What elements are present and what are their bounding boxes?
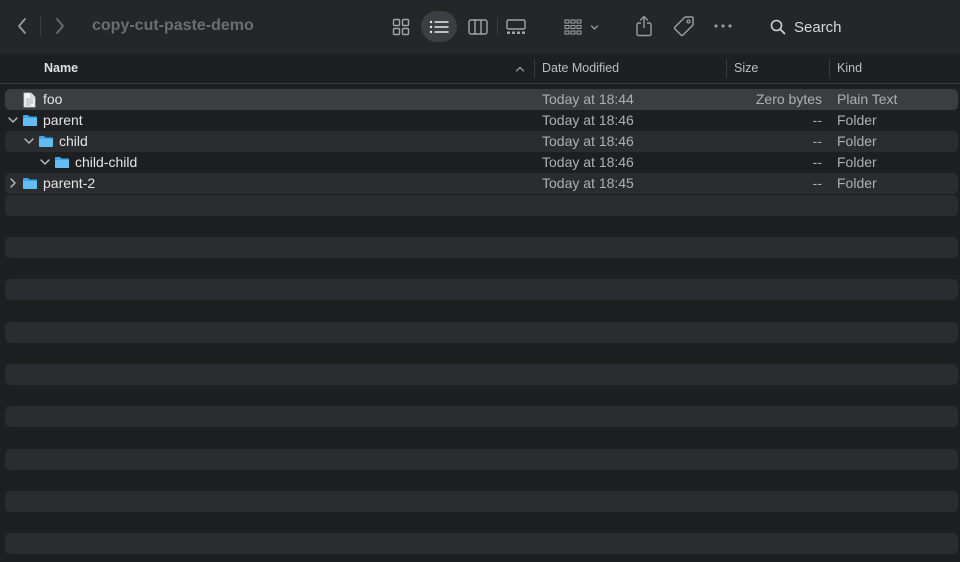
folder-icon <box>55 157 69 168</box>
finder-window: copy-cut-paste-demo Search Name Date Mod… <box>0 0 960 562</box>
file-size: Zero bytes <box>755 91 822 107</box>
search-field[interactable]: Search <box>770 15 842 39</box>
group-by-button[interactable] <box>562 14 600 40</box>
column-view-button[interactable] <box>460 11 496 42</box>
file-name: child-child <box>75 154 138 170</box>
window-title: copy-cut-paste-demo <box>92 17 254 34</box>
empty-row <box>5 237 958 258</box>
empty-row <box>5 279 958 300</box>
file-kind: Folder <box>837 175 877 191</box>
chevron-right-icon[interactable] <box>7 177 19 189</box>
file-row-foo[interactable]: foo Today at 18:44 Zero bytes Plain Text <box>5 89 958 110</box>
file-date-modified: Today at 18:44 <box>542 91 634 107</box>
chevron-down-icon <box>590 24 598 30</box>
file-name: child <box>59 133 88 149</box>
file-kind: Plain Text <box>837 91 898 107</box>
empty-row <box>5 322 958 343</box>
file-size: -- <box>812 154 822 170</box>
file-kind: Folder <box>837 112 877 128</box>
nav-divider <box>40 16 41 36</box>
empty-row <box>5 195 958 216</box>
column-header-size[interactable]: Size <box>734 61 758 75</box>
tag-button[interactable] <box>671 13 697 39</box>
tag-icon <box>673 16 694 37</box>
file-size: -- <box>812 175 822 191</box>
empty-row <box>5 406 958 427</box>
gallery-view-button[interactable] <box>498 11 534 42</box>
file-row-parent[interactable]: parent Today at 18:46 -- Folder <box>5 110 958 131</box>
chevron-down-icon[interactable] <box>7 114 19 126</box>
ellipsis-icon <box>714 24 732 28</box>
file-size: -- <box>812 133 822 149</box>
gallery-icon <box>506 18 526 34</box>
back-button[interactable] <box>8 12 36 40</box>
file-row-child-child[interactable]: child-child Today at 18:46 -- Folder <box>5 152 958 173</box>
file-size: -- <box>812 112 822 128</box>
file-row-child[interactable]: child Today at 18:46 -- Folder <box>5 131 958 152</box>
folder-icon <box>39 136 53 147</box>
empty-row <box>5 364 958 385</box>
chevron-down-icon[interactable] <box>23 135 35 147</box>
group-grid-icon <box>563 19 582 35</box>
file-date-modified: Today at 18:46 <box>542 112 634 128</box>
sort-ascending-icon[interactable] <box>514 63 526 75</box>
file-date-modified: Today at 18:46 <box>542 154 634 170</box>
column-divider[interactable] <box>829 59 830 78</box>
folder-icon <box>23 178 37 189</box>
more-actions-button[interactable] <box>709 13 737 39</box>
column-header-name[interactable]: Name <box>44 61 78 75</box>
file-row-parent-2[interactable]: parent-2 Today at 18:45 -- Folder <box>5 173 958 194</box>
column-divider[interactable] <box>726 59 727 78</box>
chevron-down-icon[interactable] <box>39 156 51 168</box>
file-date-modified: Today at 18:45 <box>542 175 634 191</box>
file-kind: Folder <box>837 154 877 170</box>
document-icon <box>23 92 36 108</box>
empty-row <box>5 449 958 470</box>
empty-row <box>5 491 958 512</box>
share-icon <box>636 15 652 37</box>
share-button[interactable] <box>632 12 656 40</box>
grid-icon <box>392 18 410 35</box>
forward-button[interactable] <box>46 12 74 40</box>
file-kind: Folder <box>837 133 877 149</box>
list-icon <box>429 20 449 33</box>
file-name: foo <box>43 91 63 107</box>
chevron-left-icon <box>18 18 26 34</box>
file-date-modified: Today at 18:46 <box>542 133 634 149</box>
column-header-kind[interactable]: Kind <box>837 61 862 75</box>
file-name: parent-2 <box>43 175 96 191</box>
columns-icon <box>468 18 488 35</box>
search-label: Search <box>794 18 842 36</box>
toolbar: copy-cut-paste-demo Search <box>0 0 960 54</box>
column-header-bar: Name Date Modified Size Kind <box>0 54 960 84</box>
column-divider[interactable] <box>534 59 535 78</box>
list-view-button[interactable] <box>421 11 457 42</box>
view-mode-group <box>383 11 535 42</box>
folder-icon <box>23 115 37 126</box>
icon-view-button[interactable] <box>383 11 419 42</box>
search-icon <box>770 19 786 35</box>
file-name: parent <box>43 112 83 128</box>
chevron-right-icon <box>56 18 64 34</box>
column-header-date-modified[interactable]: Date Modified <box>542 61 619 75</box>
empty-row <box>5 533 958 554</box>
